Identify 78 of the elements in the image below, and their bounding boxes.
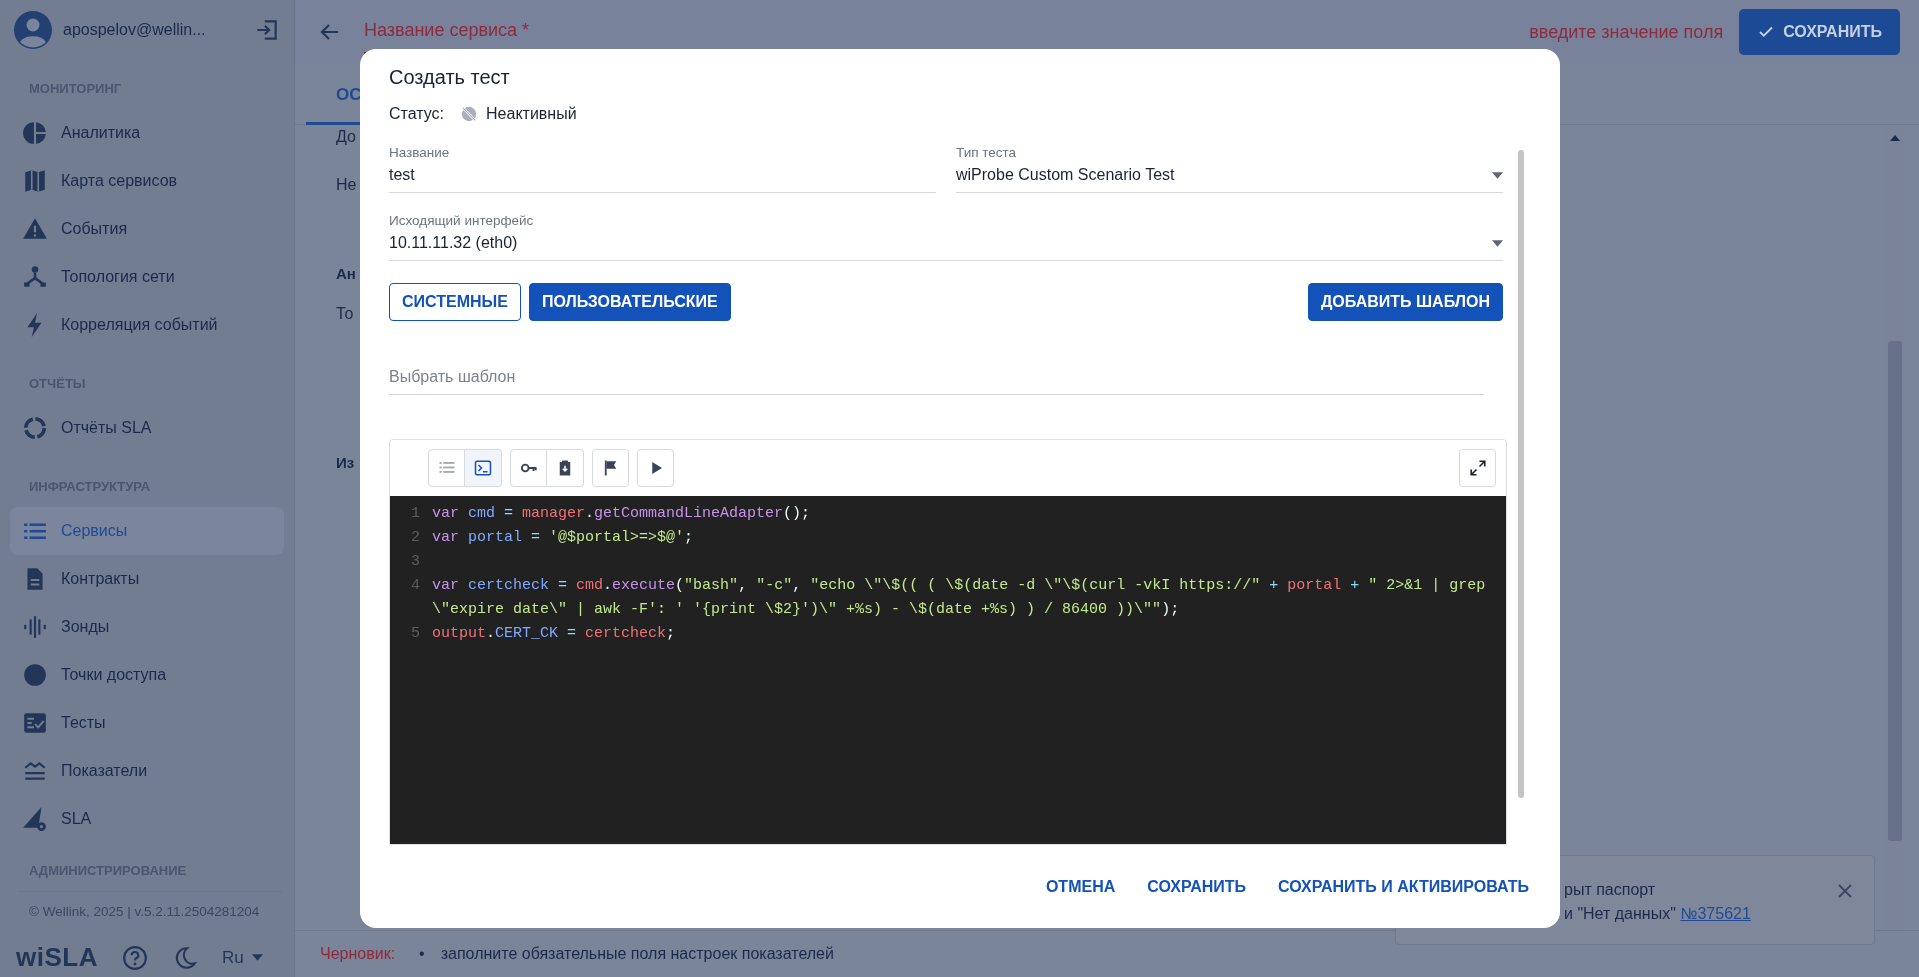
field-text: То [336,303,354,324]
code-line: var cmd = manager.getCommandLineAdapter(); [431,504,812,524]
line-number: 4 [410,576,420,596]
map-icon [22,167,48,194]
line-number: 1 [410,504,420,524]
line-number: 5 [410,624,420,644]
code-line: output.CERT_CK = certcheck; [431,624,677,644]
caret-icon [251,954,263,961]
flag-button[interactable] [592,449,629,487]
section-heading: Из [336,452,355,473]
draft-message: заполните обязательные поля настроек показателей [440,944,834,964]
field-label: Тип теста [956,145,1018,161]
section-heading: Ан [336,264,356,284]
network-icon [22,263,48,290]
copyright-text: © Wellink, 2025 | v.5.2.11.2504281204 [18,890,282,922]
triangle-gear-icon [22,805,48,832]
input-field[interactable]: test [389,164,936,193]
key-button[interactable] [510,449,547,487]
save-button[interactable]: СОХРАНИТЬ [1739,9,1900,55]
line-number: 3 [410,552,420,572]
toast-text: и "Нет данных" №375621 [1564,904,1751,924]
help-button[interactable] [121,944,148,971]
user-email: apospelov@wellin... [63,20,206,41]
circle-icon [22,661,48,688]
status-label: Статус: [389,104,445,124]
sidebar-item[interactable]: Зонды [10,602,284,651]
save-activate-button[interactable]: СОХРАНИТЬ И АКТИВИРОВАТЬ [1266,867,1541,907]
dropdown-caret-icon [1492,171,1503,179]
add-template-button[interactable]: ДОБАВИТЬ ШАБЛОН [1307,283,1503,321]
sidebar-item[interactable]: Отчёты SLA [10,403,284,452]
dropdown-caret-icon [1492,239,1503,247]
code-line: var portal = '@$portal>=>$@'; [431,528,695,548]
error-text: введите значение поля [1529,20,1724,44]
dialog-title: Создать тест [389,65,511,90]
draft-label: Черновик: [320,944,396,964]
cancel-button[interactable]: ОТМЕНА [1033,867,1128,907]
pie-chart-icon [22,119,48,146]
sidebar-item[interactable]: Карта сервисов [10,156,284,205]
terminal-icon [474,459,492,477]
bars-icon [22,613,48,640]
sidebar-item[interactable]: Контракты [10,554,284,603]
run-button[interactable] [637,449,674,487]
field-text: До [336,127,356,147]
sidebar-item[interactable]: Топология сети [10,252,284,301]
logo: wiSLA [16,941,98,974]
clipboard-button[interactable] [547,449,584,487]
sidebar-item[interactable]: Сервисы [10,506,284,555]
avatar-icon[interactable] [14,11,52,50]
template-tab[interactable]: ПОЛЬЗОВАТЕЛЬСКИЕ [528,283,731,321]
fullscreen-button[interactable] [1459,449,1496,487]
view-mode-button[interactable] [465,449,502,487]
ticket-link[interactable]: №375621 [1680,905,1751,922]
close-icon [1836,881,1854,900]
sidebar-item[interactable]: Тесты [10,698,284,747]
code-line: var certcheck = cmd.execute("bash", "-c", "echo \"\$(( ( \$(date -d \"\$(curl -vkI https://" + portal + " 2>&1 | grep \"expire date\" | awk -F': ' '{print \$2}')\" +%s) - \$(date +%s) ) / 86400 ))\""); [431,576,1487,620]
ring-icon [22,414,48,441]
expand-icon [1468,459,1487,477]
template-tab[interactable]: СИСТЕМНЫЕ [389,283,521,321]
line-number: 2 [410,528,420,548]
bullet: • [419,944,425,964]
field-label: Исходящий интерфейс [389,213,535,229]
select-field[interactable]: 10.11.11.32 (eth0) [389,232,1503,261]
toast-text: рыт паспорт [1564,880,1656,900]
sidebar-item[interactable]: Показатели [10,746,284,795]
field-label: Название [389,145,451,161]
scroll-up-icon[interactable] [1890,135,1900,141]
scrollbar[interactable] [1518,150,1524,798]
help-icon [121,944,148,971]
select-field[interactable]: wiProbe Custom Scenario Test [956,164,1503,193]
status-text: Неактивный [486,104,577,124]
sidebar-item[interactable]: Точки доступа [10,650,284,699]
sidebar-item[interactable]: SLA [10,794,284,843]
sidebar-item[interactable]: События [10,204,284,253]
field-text: Не [336,175,357,195]
language-select[interactable]: Ru [221,944,263,971]
sidebar-item[interactable]: Корреляция событий [10,300,284,349]
sidebar-item[interactable]: Аналитика [10,108,284,157]
save-button[interactable]: СОХРАНИТЬ [1135,867,1259,907]
